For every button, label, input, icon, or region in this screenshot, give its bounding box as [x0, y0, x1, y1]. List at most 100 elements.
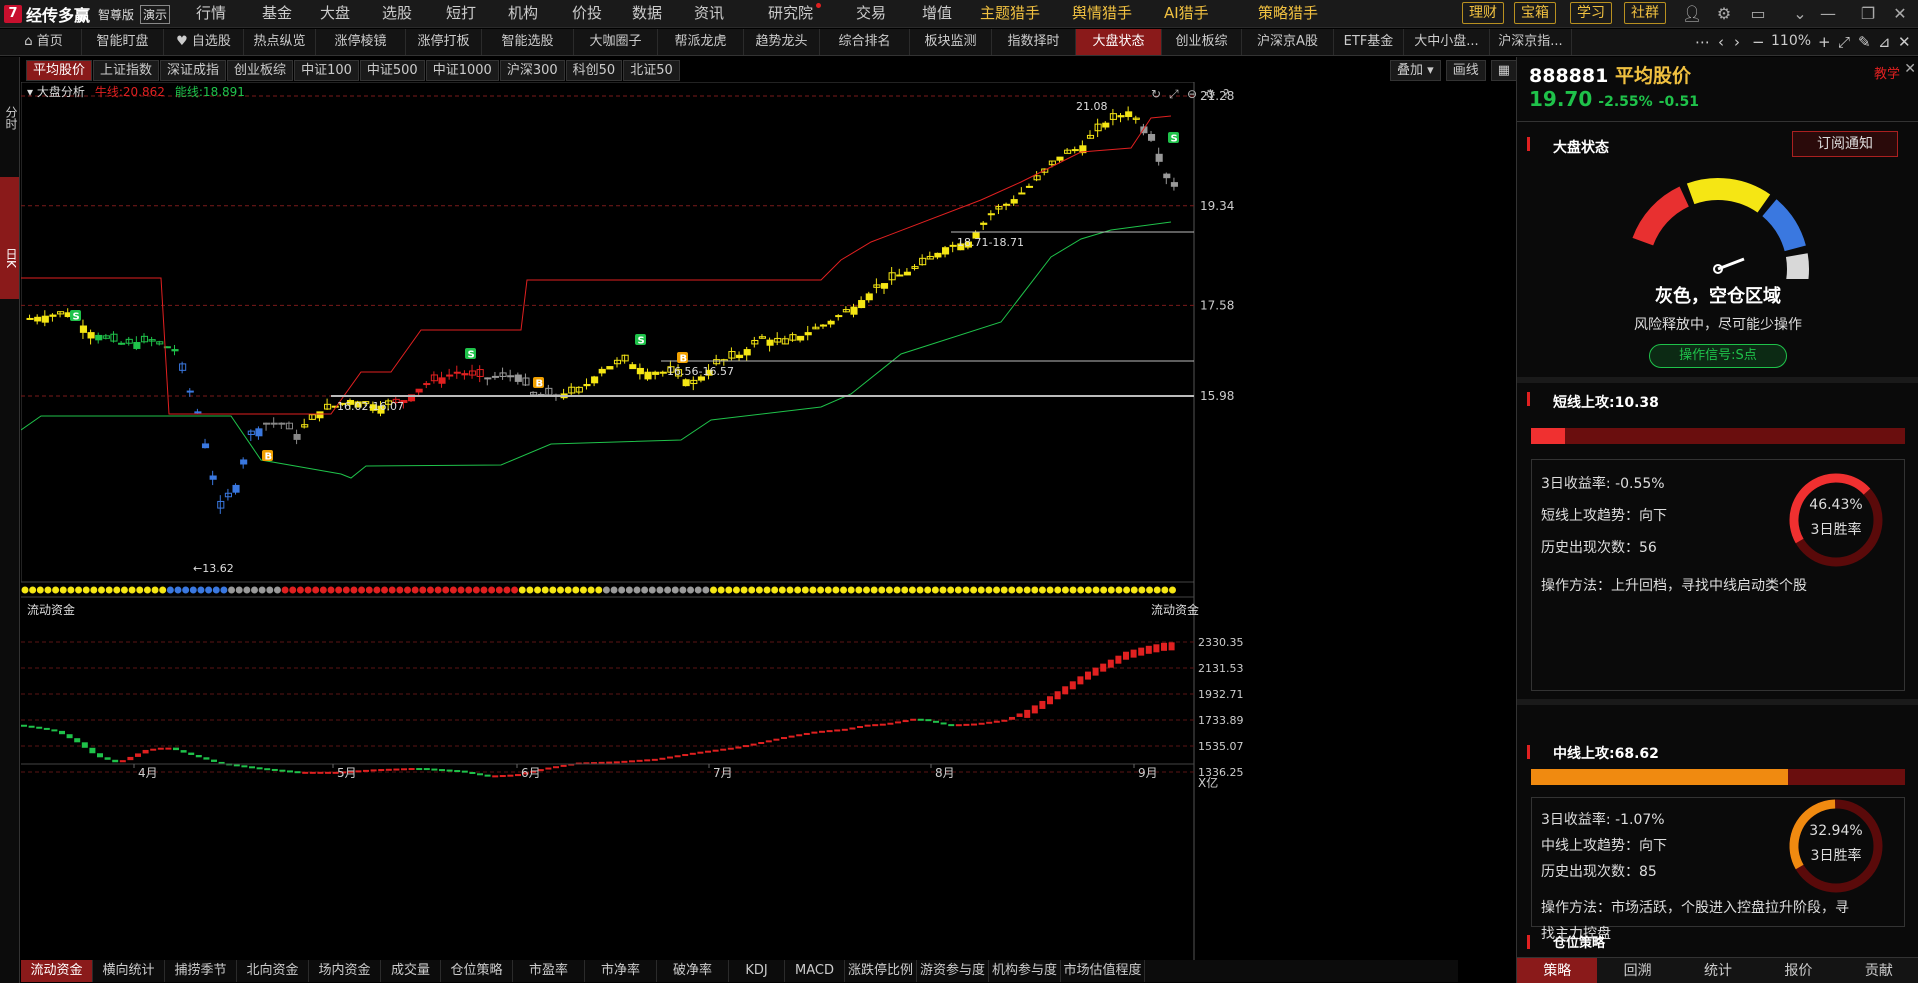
demo-badge[interactable]: 演示 — [140, 4, 171, 24]
indicator-tab-13[interactable]: 游资参与度 — [917, 960, 989, 982]
panel-close-icon[interactable]: ✕ — [1904, 61, 1916, 77]
top-button-0[interactable]: 理财 — [1462, 2, 1504, 24]
more-icon[interactable]: ⋯ — [1695, 33, 1710, 51]
top-menu-11[interactable]: 增值 — [922, 0, 952, 28]
settings-icon[interactable]: ⚙ — [1205, 87, 1216, 101]
restore-icon[interactable]: ❐ — [1858, 4, 1878, 23]
panel-tab-4[interactable]: 贡献 — [1839, 958, 1918, 983]
panel-tab-1[interactable]: 回溯 — [1597, 958, 1677, 983]
nav-item-5[interactable]: 涨停打板 — [406, 29, 482, 55]
close-icon[interactable]: ✕ — [1890, 4, 1910, 23]
nav-item-3[interactable]: 热点纵览 — [244, 29, 316, 55]
indicator-tab-5[interactable]: 成交量 — [381, 960, 441, 982]
top-menu-8[interactable]: 资讯 — [694, 0, 724, 28]
nav-item-13[interactable]: 大盘状态 — [1076, 29, 1162, 55]
zoom-in-icon[interactable]: + — [1818, 33, 1831, 51]
tab-daily-k[interactable]: 日K — [0, 177, 19, 299]
help-icon[interactable]: ? — [1223, 87, 1229, 101]
chevron-down-icon[interactable]: ⌄ — [1790, 4, 1810, 23]
user-icon[interactable]: 👤︎ — [1682, 4, 1702, 23]
top-menu-3[interactable]: 选股 — [382, 0, 412, 28]
indicator-tab-7[interactable]: 市盈率 — [513, 960, 585, 982]
minimize-icon[interactable]: — — [1818, 4, 1838, 23]
top-menu-13[interactable]: 舆情猎手 — [1072, 0, 1132, 28]
top-button-1[interactable]: 宝箱 — [1514, 2, 1556, 24]
indicator-tab-1[interactable]: 横向统计 — [93, 960, 165, 982]
top-menu-12[interactable]: 主题猎手 — [980, 0, 1040, 28]
indicator-tab-6[interactable]: 仓位策略 — [441, 960, 513, 982]
fullscreen-icon[interactable]: ⤢ — [1838, 33, 1850, 51]
close-panel-icon[interactable]: ✕ — [1898, 33, 1911, 51]
subscribe-button[interactable]: 订阅通知 — [1792, 131, 1898, 157]
index-tab-3[interactable]: 创业板综 — [227, 60, 294, 81]
top-menu-6[interactable]: 价投 — [572, 0, 602, 28]
top-menu-0[interactable]: 行情 — [196, 0, 226, 28]
indicator-tab-12[interactable]: 涨跌停比例 — [845, 960, 917, 982]
prev-icon[interactable]: ‹ — [1718, 33, 1724, 51]
indicator-tab-15[interactable]: 市场估值程度 — [1061, 960, 1145, 982]
nav-item-16[interactable]: ETF基金 — [1334, 29, 1404, 55]
nav-item-11[interactable]: 板块监测 — [910, 29, 992, 55]
indicator-tab-4[interactable]: 场内资金 — [309, 960, 381, 982]
tab-intraday[interactable]: 分时 — [0, 97, 19, 139]
indicator-tab-10[interactable]: KDJ — [729, 960, 785, 982]
nav-item-12[interactable]: 指数择时 — [992, 29, 1076, 55]
top-menu-14[interactable]: AI猎手 — [1164, 0, 1209, 28]
top-menu-4[interactable]: 短打 — [446, 0, 476, 28]
nav-item-6[interactable]: 智能选股 — [482, 29, 574, 55]
pin-icon[interactable]: ⊿ — [1878, 33, 1891, 51]
window-icon[interactable]: ▭ — [1748, 4, 1768, 23]
refresh-icon[interactable]: ↻ — [1151, 87, 1161, 101]
nav-item-15[interactable]: 沪深京A股 — [1242, 29, 1334, 55]
nav-item-4[interactable]: 涨停棱镜 — [316, 29, 406, 55]
draw-line-button[interactable]: 画线 — [1445, 60, 1486, 81]
minus-icon[interactable]: ⊖ — [1187, 87, 1197, 101]
top-menu-10[interactable]: 交易 — [856, 0, 886, 28]
nav-item-9[interactable]: 趋势龙头 — [744, 29, 820, 55]
nav-item-8[interactable]: 帮派龙虎 — [658, 29, 744, 55]
index-tab-2[interactable]: 深证成指 — [160, 60, 227, 81]
teach-link[interactable]: 教学 — [1874, 63, 1900, 82]
top-menu-1[interactable]: 基金 — [262, 0, 292, 28]
top-button-3[interactable]: 社群 — [1624, 2, 1666, 24]
index-tab-4[interactable]: 中证100 — [294, 60, 359, 81]
top-menu-7[interactable]: 数据 — [632, 0, 662, 28]
index-tab-7[interactable]: 沪深300 — [499, 60, 565, 81]
overlay-button[interactable]: 叠加 ▾ — [1390, 60, 1441, 81]
index-tab-1[interactable]: 上证指数 — [93, 60, 160, 81]
indicator-tab-2[interactable]: 捕捞季节 — [165, 960, 237, 982]
kline-chart-svg[interactable]: 21.2819.3417.5815.98▾ 大盘分析 牛线:20.862 能线:18… — [20, 81, 1458, 960]
nav-item-0[interactable]: ⌂ 首页 — [6, 29, 82, 55]
gear-icon[interactable]: ⚙︎ — [1714, 4, 1734, 23]
index-tab-0[interactable]: 平均股价 — [26, 60, 93, 81]
nav-item-2[interactable]: ♥ 自选股 — [164, 29, 244, 55]
indicator-tab-0[interactable]: 流动资金 — [21, 960, 93, 982]
top-menu-5[interactable]: 机构 — [508, 0, 538, 28]
chart-area[interactable]: 21.28 19.34 17.58 15.98 ▾ 大盘分析 牛线:20.862 能线:18… — [20, 81, 1458, 960]
indicator-tab-3[interactable]: 北向资金 — [237, 960, 309, 982]
nav-item-10[interactable]: 综合排名 — [820, 29, 910, 55]
indicator-tab-9[interactable]: 破净率 — [657, 960, 729, 982]
nav-item-17[interactable]: 大中小盘... — [1404, 29, 1490, 55]
top-menu-2[interactable]: 大盘 — [320, 0, 350, 28]
nav-item-7[interactable]: 大咖圈子 — [574, 29, 658, 55]
indicator-tab-14[interactable]: 机构参与度 — [989, 960, 1061, 982]
top-button-2[interactable]: 学习 — [1570, 2, 1612, 24]
indicator-tab-11[interactable]: MACD — [785, 960, 845, 982]
index-tab-6[interactable]: 中证1000 — [425, 60, 499, 81]
top-menu-15[interactable]: 策略猎手 — [1258, 0, 1318, 28]
panel-tab-2[interactable]: 统计 — [1678, 958, 1758, 983]
panel-tab-0[interactable]: 策略 — [1517, 958, 1598, 983]
zoom-out-icon[interactable]: − — [1752, 33, 1765, 51]
grid-icon[interactable]: ▦ — [1490, 60, 1517, 81]
pen-icon[interactable]: ✎ — [1858, 33, 1871, 51]
indicator-tab-8[interactable]: 市净率 — [585, 960, 657, 982]
index-tab-8[interactable]: 科创50 — [565, 60, 623, 81]
panel-tab-3[interactable]: 报价 — [1758, 958, 1838, 983]
nav-item-18[interactable]: 沪深京指... — [1490, 29, 1572, 55]
top-menu-9[interactable]: 研究院 — [768, 0, 822, 28]
nav-item-1[interactable]: 智能盯盘 — [82, 29, 164, 55]
expand-icon[interactable]: ⤢ — [1168, 87, 1179, 101]
index-tab-5[interactable]: 中证500 — [359, 60, 425, 81]
index-tab-9[interactable]: 北证50 — [623, 60, 680, 81]
